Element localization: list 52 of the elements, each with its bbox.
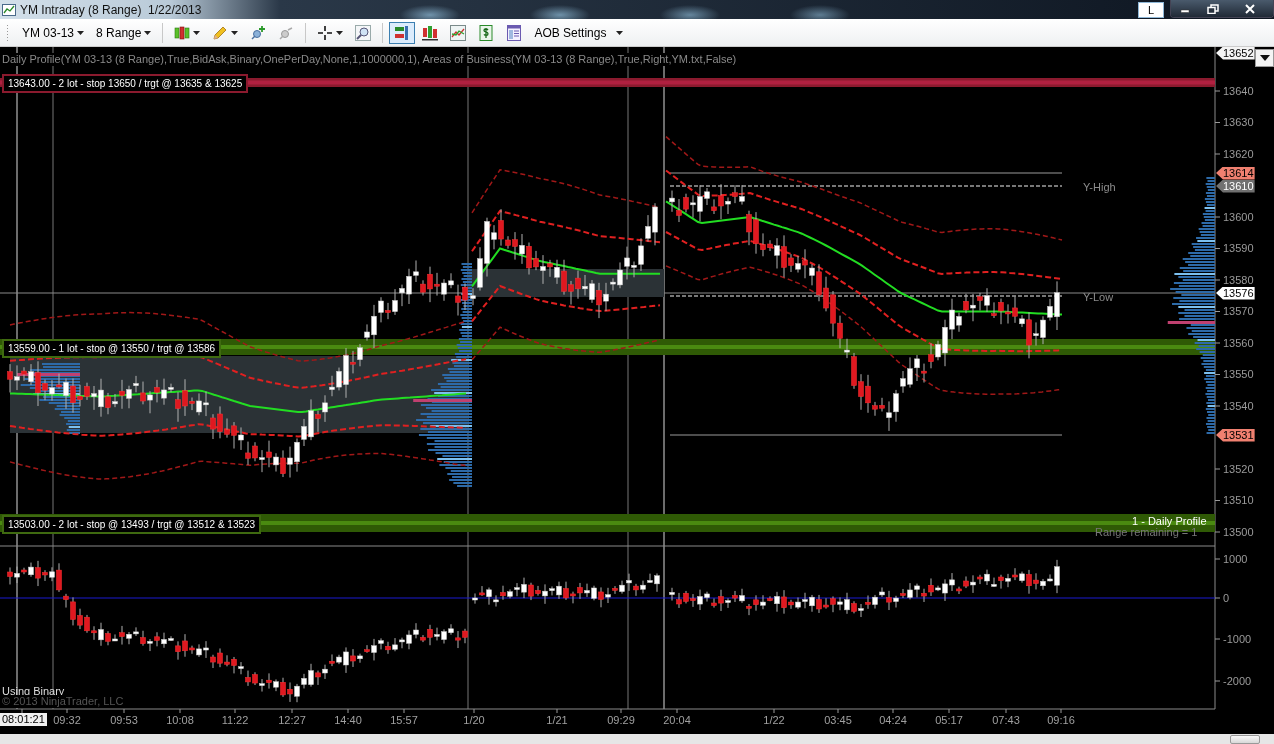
price-axis-label: 13600	[1223, 210, 1254, 224]
time-axis-label: 04:24	[879, 714, 907, 727]
level-label: Y-High	[1083, 181, 1116, 194]
price-axis-label: 13570	[1223, 305, 1254, 318]
price-axis-label: 13510	[1223, 494, 1254, 507]
interval-dropdown[interactable]: 8 Range	[91, 21, 157, 44]
aob-settings-dropdown[interactable]: AOB Settings	[529, 21, 629, 44]
time-axis-label: 07:43	[992, 714, 1020, 727]
oscillator-axis-label: -2000	[1223, 674, 1252, 688]
price-axis-label: 13520	[1223, 462, 1254, 476]
time-axis-label: 09:16	[1047, 714, 1075, 727]
price-axis-label: 13580	[1223, 273, 1254, 287]
time-axis-label: 1/22	[763, 714, 785, 727]
link-button[interactable]: L	[1138, 1, 1164, 18]
time-axis-label: 10:08	[166, 714, 194, 727]
time-axis-label: 20:04	[663, 714, 691, 727]
oscillator-axis-label: 1000	[1223, 552, 1248, 566]
price-marker: 13531	[1216, 428, 1255, 442]
time-axis-label: 14:40	[334, 714, 362, 727]
time-axis-label: 11:22	[221, 714, 249, 727]
time-axis-label: 09:32	[53, 714, 81, 727]
oscillator-axis-label: 0	[1223, 591, 1230, 605]
profile-label: 1 - Daily Profile	[1132, 515, 1207, 528]
price-axis-label: 13630	[1223, 116, 1254, 129]
indicator-label: Daily Profile(YM 03-13 (8 Range),True,BidAsk,Binary,OnePerDay,None,1,1000000,1), Areas of Business(YM 03-13 (8 Range),True,Right,YM.txt,False)	[2, 53, 737, 66]
copyright-text: © 2013 NinjaTrader, LLC	[2, 695, 124, 708]
zone-label: 13559.00 - 1 lot - stop @ 13550 / trgt @ 13586	[2, 338, 222, 358]
time-axis-label: 05:17	[935, 714, 963, 727]
price-axis-label: 13560	[1223, 336, 1254, 350]
time-axis-label: 09:29	[607, 714, 635, 727]
time-axis-label: 08:01:21	[0, 713, 47, 726]
price-axis-label: 13620	[1223, 147, 1254, 161]
window-title: YM Intraday (8 Range) 1/22/2013	[20, 2, 203, 17]
time-axis-label: 1/21	[546, 714, 568, 727]
time-axis-label: 03:45	[824, 714, 852, 727]
price-axis-label: 13500	[1223, 525, 1254, 539]
price-axis-label: 13540	[1223, 399, 1254, 413]
price-marker: 13576	[1216, 286, 1255, 300]
price-axis-label: 13640	[1223, 84, 1254, 98]
time-axis-label: 15:57	[390, 714, 418, 727]
price-marker: 13610	[1216, 179, 1255, 193]
zone-label: 13643.00 - 2 lot - stop 13650 / trgt @ 13635 & 13625	[2, 74, 249, 93]
price-marker: 13614	[1216, 166, 1255, 180]
time-axis-label: 1/20	[463, 714, 485, 727]
time-axis-label: 12:27	[278, 714, 306, 727]
price-axis-label: 13590	[1223, 242, 1254, 255]
time-axis-label: 09:53	[110, 714, 138, 727]
instrument-dropdown[interactable]: YM 03-13	[17, 21, 90, 44]
level-label: Y-Low	[1083, 291, 1114, 304]
price-axis-label: 13550	[1223, 368, 1254, 381]
oscillator-axis-label: -1000	[1223, 632, 1252, 646]
range-remaining-label: Range remaining = 1	[1095, 526, 1198, 539]
